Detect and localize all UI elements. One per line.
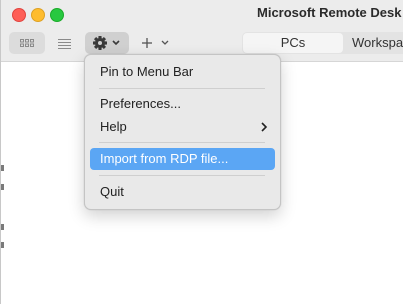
edge-mark — [1, 242, 4, 248]
menu-separator — [99, 88, 265, 89]
zoom-button[interactable] — [50, 8, 64, 22]
list-view-button[interactable] — [51, 32, 77, 54]
add-button[interactable] — [137, 32, 173, 54]
tab-workspaces[interactable]: Workspa — [352, 33, 403, 53]
chevron-down-icon — [112, 40, 120, 46]
chevron-right-icon — [261, 122, 268, 132]
menu-item-import-from-rdp-file[interactable]: Import from RDP file... — [90, 148, 275, 170]
settings-dropdown-menu: Pin to Menu Bar Preferences... Help Impo… — [84, 54, 281, 210]
gear-icon — [93, 36, 120, 50]
menu-item-quit[interactable]: Quit — [90, 181, 275, 203]
toolbar: Microsoft Remote Desk PCs Workspa — [1, 0, 403, 62]
window-title: Microsoft Remote Desk — [257, 5, 402, 20]
plus-icon — [142, 38, 169, 48]
edge-mark — [1, 184, 4, 190]
menu-separator — [99, 175, 265, 176]
menu-item-help[interactable]: Help — [90, 116, 275, 138]
edge-mark — [1, 165, 4, 171]
close-button[interactable] — [12, 8, 26, 22]
menu-item-preferences[interactable]: Preferences... — [90, 93, 275, 115]
view-segmented-control: PCs Workspa — [242, 32, 403, 54]
tab-pcs[interactable]: PCs — [243, 33, 343, 53]
minimize-button[interactable] — [31, 8, 45, 22]
list-view-icon — [58, 39, 71, 49]
grid-view-icon — [20, 39, 34, 47]
edge-mark — [1, 224, 4, 230]
settings-menu-button[interactable] — [85, 32, 129, 54]
menu-item-pin-to-menu-bar[interactable]: Pin to Menu Bar — [90, 61, 275, 83]
menu-separator — [99, 142, 265, 143]
grid-view-button[interactable] — [9, 32, 45, 54]
